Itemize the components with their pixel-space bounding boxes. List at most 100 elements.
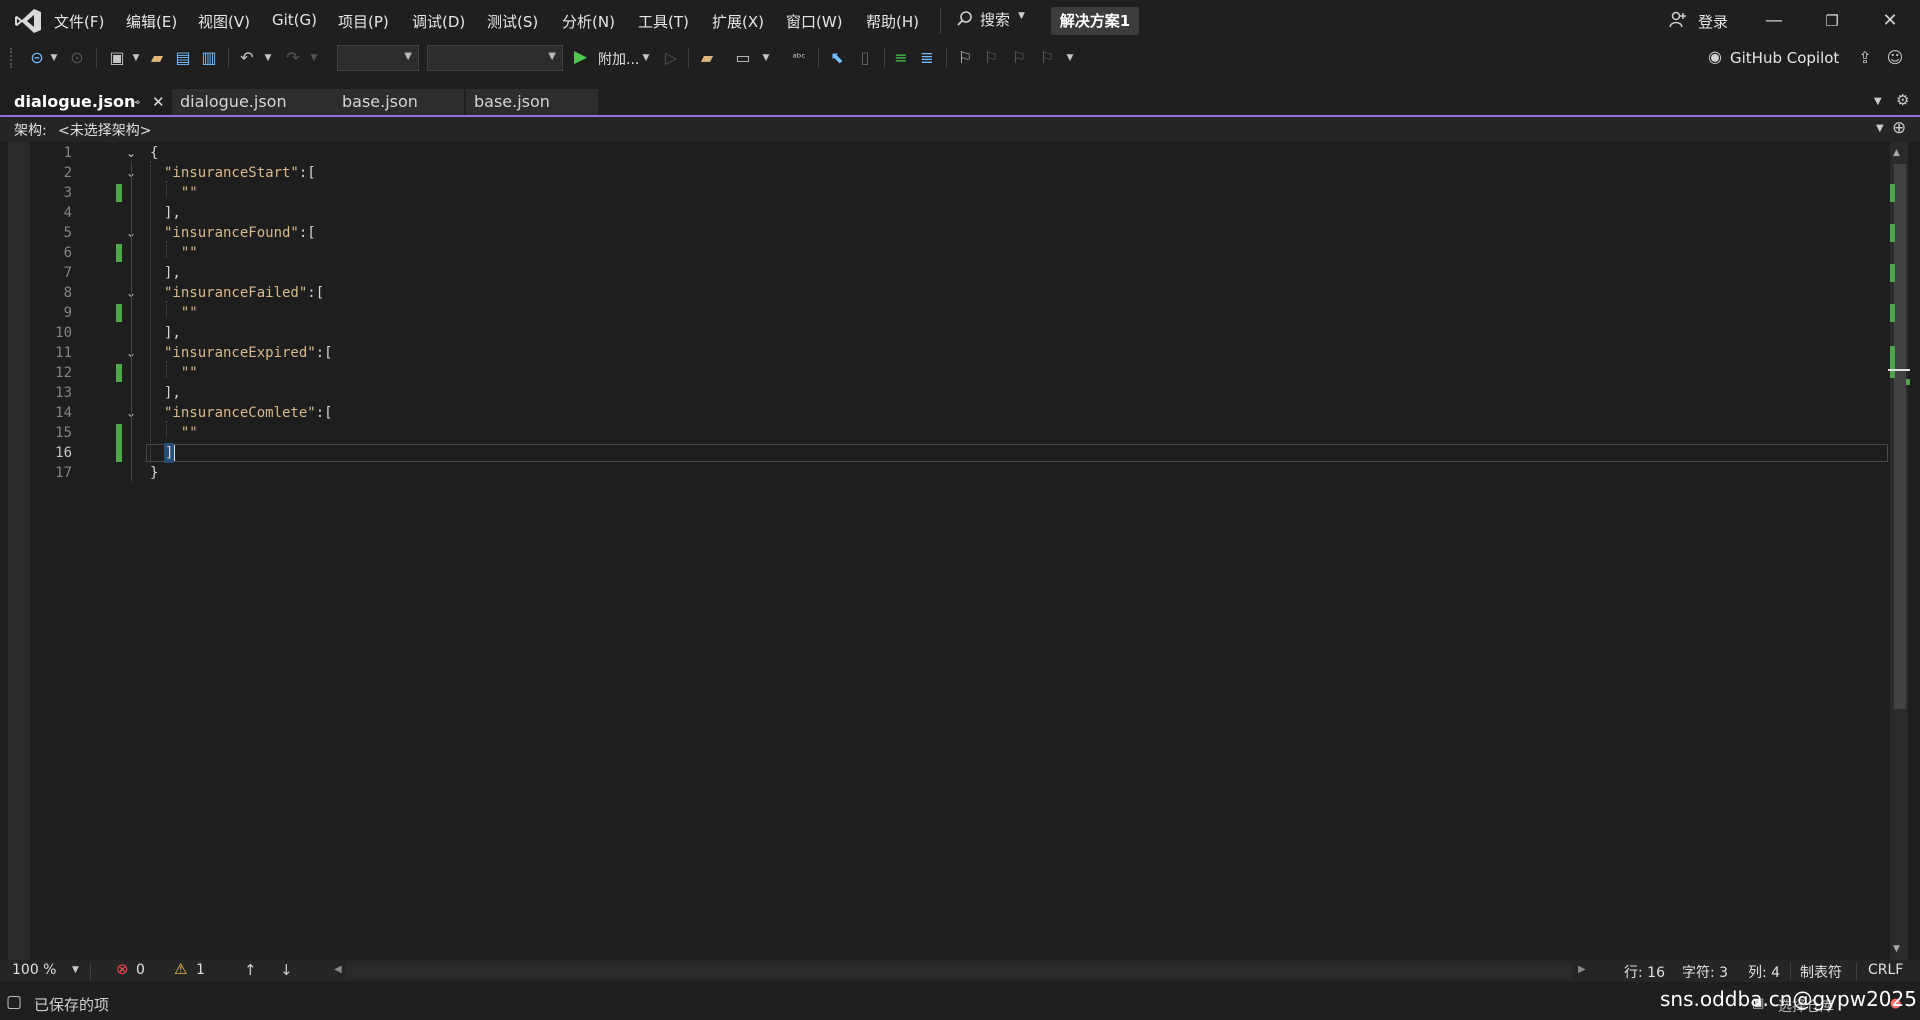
undo-dropdown-icon[interactable]: ▼ <box>262 47 274 69</box>
solution-configuration-select[interactable]: ▼ <box>337 45 419 71</box>
save-icon[interactable]: ▤ <box>172 47 194 69</box>
scroll-left-icon[interactable]: ◀ <box>334 964 342 975</box>
comment-lines-icon[interactable]: ≡ <box>890 47 912 69</box>
scroll-up-icon[interactable]: ▲ <box>1893 148 1900 158</box>
zoom-level[interactable]: 100 % <box>12 962 56 978</box>
uncomment-lines-icon[interactable]: ≣ <box>916 47 938 69</box>
feedback-icon[interactable]: ☺ <box>1884 47 1906 69</box>
cursor-line[interactable]: 行: 16 <box>1624 962 1665 982</box>
error-icon[interactable]: ⊗ <box>116 960 129 978</box>
back-dropdown-icon[interactable]: ▼ <box>48 47 60 69</box>
close-icon[interactable]: ✕ <box>152 89 165 115</box>
toolbar-overflow-icon[interactable]: ▼ <box>1064 47 1076 69</box>
menu-help[interactable]: 帮助(H) <box>866 11 919 33</box>
fold-region-line <box>131 161 132 481</box>
tab-base-json[interactable]: base.json <box>334 89 464 115</box>
search-button[interactable]: 搜索 ▼ <box>956 9 1028 33</box>
line-number: 14 <box>55 405 72 421</box>
cursor-column[interactable]: 列: 4 <box>1748 962 1780 982</box>
pin-icon[interactable]: ⊸ <box>130 89 140 115</box>
menu-test[interactable]: 测试(S) <box>487 11 538 33</box>
previous-bookmark-icon[interactable]: ⚐ <box>980 47 1002 69</box>
start-without-debugging-icon[interactable]: ▷ <box>660 47 682 69</box>
code-editor[interactable] <box>8 142 1888 960</box>
change-marker <box>116 364 122 382</box>
solution-name-badge[interactable]: 解决方案1 <box>1051 7 1139 35</box>
toolbar-separator <box>946 48 947 68</box>
line-ending[interactable]: CRLF <box>1868 962 1903 978</box>
tab-base-json[interactable]: base.json <box>466 89 598 115</box>
layout-dropdown-icon[interactable]: ▼ <box>760 47 772 69</box>
undo-icon[interactable]: ↶ <box>236 47 258 69</box>
redo-icon[interactable]: ↷ <box>282 47 304 69</box>
menu-view[interactable]: 视图(V) <box>198 11 250 33</box>
toolbar-separator <box>228 48 229 68</box>
window-layout-icon[interactable]: ▭ <box>732 47 754 69</box>
cursor-char[interactable]: 字符: 3 <box>1682 962 1728 982</box>
scrollbar-caret-position <box>1888 369 1910 371</box>
navigate-back-icon[interactable]: ⊝ <box>26 47 48 69</box>
new-dropdown-icon[interactable]: ▼ <box>130 47 142 69</box>
menu-file[interactable]: 文件(F) <box>54 11 104 33</box>
restore-button[interactable]: ❐ <box>1812 6 1852 36</box>
clear-bookmarks-icon[interactable]: ⚐ <box>1036 47 1058 69</box>
copilot-icon: ◉ <box>1708 47 1722 66</box>
account-icon <box>1669 11 1686 28</box>
tab-list-dropdown-icon[interactable]: ▼ <box>1874 96 1882 107</box>
redo-dropdown-icon[interactable]: ▼ <box>308 47 320 69</box>
spell-check-icon[interactable]: ᵃᵇᶜ <box>788 47 810 69</box>
select-element-icon[interactable]: ⬉ <box>826 47 848 69</box>
menu-edit[interactable]: 编辑(E) <box>126 11 177 33</box>
warning-icon[interactable]: ⚠ <box>174 960 187 978</box>
menu-extensions[interactable]: 扩展(X) <box>712 11 764 33</box>
tab-label: base.json <box>342 92 418 111</box>
inspect-icon[interactable]: ▯ <box>854 47 876 69</box>
tab-dialogue-json-active[interactable]: dialogue.json ⊸ ✕ <box>6 89 172 115</box>
share-icon[interactable]: ⇪ <box>1854 47 1876 69</box>
schema-dropdown-icon[interactable]: ▼ <box>1876 123 1884 134</box>
change-marker <box>116 184 122 202</box>
zoom-dropdown-icon[interactable]: ▼ <box>72 965 79 975</box>
solution-explorer-icon[interactable]: ▰ <box>696 47 718 69</box>
output-icon[interactable]: ▢ <box>6 992 22 1012</box>
menu-git[interactable]: Git(G) <box>272 11 317 33</box>
github-copilot-button[interactable]: ◉ GitHub Copilot <box>1708 47 1848 69</box>
code-line: { <box>150 145 159 161</box>
toolbar-grip[interactable] <box>10 48 16 68</box>
tab-dialogue-json[interactable]: dialogue.json <box>172 89 334 115</box>
copilot-label: GitHub Copilot <box>1730 49 1840 67</box>
solution-platform-select[interactable]: ▼ <box>427 45 563 71</box>
menu-tools[interactable]: 工具(T) <box>638 11 689 33</box>
bookmark-icon[interactable]: ⚐ <box>954 47 976 69</box>
close-window-button[interactable]: ✕ <box>1870 6 1910 36</box>
gear-icon[interactable]: ⚙ <box>1896 91 1909 109</box>
line-number: 15 <box>55 425 72 441</box>
info-separator <box>1790 962 1791 980</box>
previous-issue-icon[interactable]: ↑ <box>244 961 257 979</box>
scroll-right-icon[interactable]: ▶ <box>1578 964 1586 975</box>
next-bookmark-icon[interactable]: ⚐ <box>1008 47 1030 69</box>
login-button[interactable]: 登录 <box>1668 10 1736 32</box>
error-count[interactable]: 0 <box>136 962 145 978</box>
change-marker <box>116 244 122 262</box>
menu-analyze[interactable]: 分析(N) <box>562 11 615 33</box>
next-issue-icon[interactable]: ↓ <box>280 961 293 979</box>
save-all-icon[interactable]: ▥ <box>198 47 220 69</box>
menu-project[interactable]: 项目(P) <box>338 11 389 33</box>
fold-toggle-icon[interactable]: ⌄ <box>124 146 138 160</box>
new-project-icon[interactable]: ▣ <box>106 47 128 69</box>
menu-window[interactable]: 窗口(W) <box>786 11 843 33</box>
scrollbar-thumb[interactable] <box>1894 164 1906 709</box>
scroll-down-icon[interactable]: ▼ <box>1893 944 1900 954</box>
navigate-forward-icon[interactable]: ⊙ <box>66 47 88 69</box>
attach-dropdown-icon[interactable]: ▼ <box>640 47 652 69</box>
indentation-mode[interactable]: 制表符 <box>1800 962 1842 982</box>
schema-select[interactable]: <未选择架构> <box>58 120 151 140</box>
split-editor-icon[interactable]: ⊕ <box>1892 118 1906 138</box>
menu-debug[interactable]: 调试(D) <box>412 11 465 33</box>
search-label: 搜索 <box>980 11 1011 29</box>
open-file-icon[interactable]: ▰ <box>146 47 168 69</box>
horizontal-scrollbar[interactable] <box>346 963 1572 979</box>
minimize-button[interactable]: — <box>1754 6 1794 36</box>
warning-count[interactable]: 1 <box>196 962 205 978</box>
